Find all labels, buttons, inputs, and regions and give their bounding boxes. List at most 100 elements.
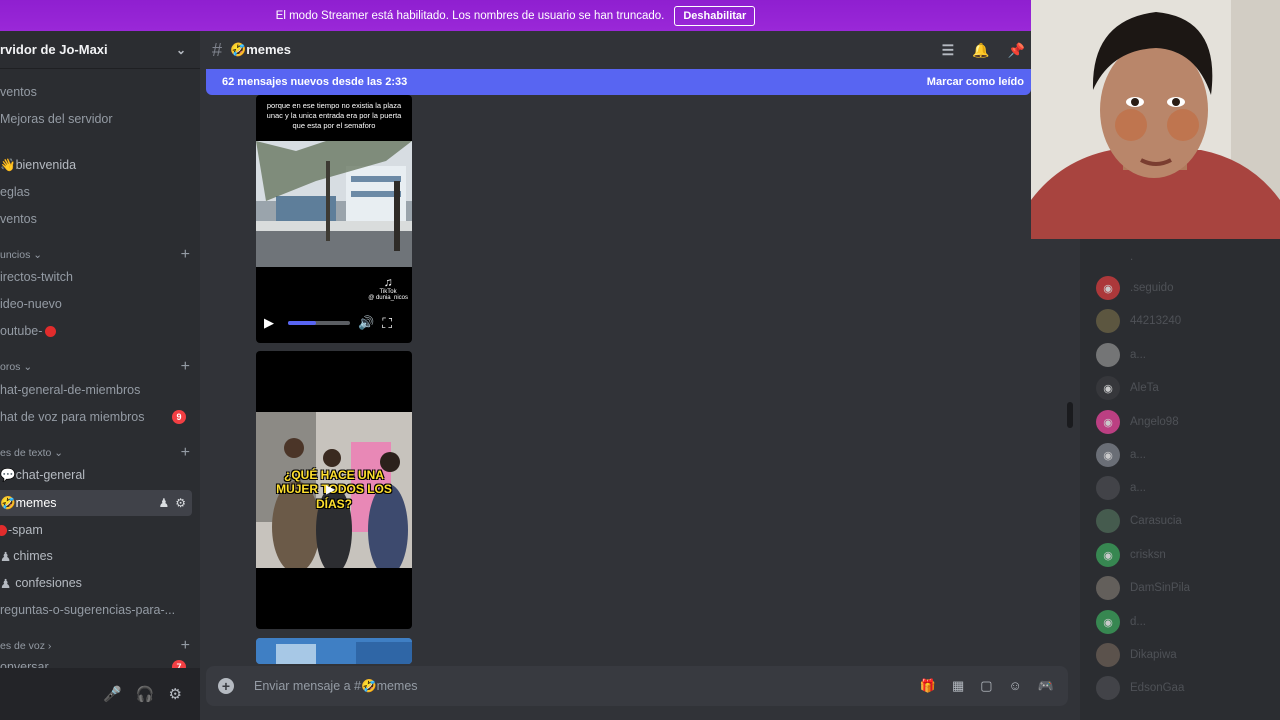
category-canales-voz[interactable]: es de voz › + <box>0 637 190 655</box>
chevron-down-icon: ⌄ <box>23 361 33 373</box>
video-attachment[interactable] <box>256 638 412 664</box>
sidebar-item-confesiones[interactable]: ♟ confesiones <box>0 570 192 596</box>
category-anuncios[interactable]: uncios ⌄ + <box>0 246 190 264</box>
composer-actions: 🎁 ▦ ▢ ☺ 🎮 <box>920 678 1054 694</box>
channel-label: Mejoras del servidor <box>0 112 113 126</box>
sidebar-item-chat-voz-miembros[interactable]: hat de voz para miembros 9 <box>0 404 192 430</box>
sticker-icon[interactable]: ▢ <box>980 678 992 694</box>
tiktok-icon: ♫ <box>383 275 393 289</box>
member-item[interactable]: ◉ AleTa <box>1096 375 1159 401</box>
member-name: Angelo98 <box>1130 416 1179 428</box>
sidebar-item-directos-twitch[interactable]: irectos-twitch <box>0 264 192 290</box>
header-actions: ☰ 🔔 📌 <box>942 42 1025 59</box>
invite-icon[interactable]: ♟ <box>158 496 169 510</box>
channel-label: irectos-twitch <box>0 270 73 284</box>
sidebar-item-eventos[interactable]: ventos <box>0 79 192 105</box>
channel-actions: ♟ ⚙ <box>158 496 186 510</box>
discord-window: El modo Streamer está habilitado. Los no… <box>0 0 1280 720</box>
member-item[interactable]: Carasucia <box>1096 508 1182 534</box>
microphone-icon[interactable]: 🎤 <box>103 685 122 703</box>
video-attachment[interactable]: ¿QUÉ HACE UNA MUJER TODOS LOS DÍAS? ▶ <box>256 351 412 629</box>
sidebar-item-preguntas[interactable]: reguntas-o-sugerencias-para-... <box>0 597 192 623</box>
member-item[interactable]: ◉ .seguido <box>1096 275 1173 301</box>
sidebar-item-chat-general[interactable]: 💬chat-general <box>0 462 192 488</box>
member-item[interactable]: ◉ d... <box>1096 609 1146 635</box>
message-composer[interactable]: + Enviar mensaje a #🤣memes 🎁 ▦ ▢ ☺ 🎮 <box>206 666 1068 706</box>
server-header[interactable]: rvidor de Jo-Maxi ⌄ <box>0 31 200 69</box>
category-foros[interactable]: oros ⌄ + <box>0 358 190 376</box>
fullscreen-icon[interactable]: ⛶ <box>382 315 392 332</box>
member-item[interactable]: Dikapiwa <box>1096 642 1177 668</box>
member-name: d... <box>1130 616 1146 628</box>
gif-icon[interactable]: ▦ <box>952 678 964 694</box>
channel-label: ideo-nuevo <box>0 297 62 311</box>
emoji-icon[interactable]: ☺ <box>1009 678 1022 694</box>
bell-icon[interactable]: 🔔 <box>972 42 989 59</box>
member-name: AleTa <box>1130 382 1159 394</box>
play-icon[interactable]: ▶ <box>264 315 274 331</box>
sidebar-item-chat-general-miembros[interactable]: hat-general-de-miembros <box>0 377 192 403</box>
channel-label: hat de voz para miembros <box>0 410 145 424</box>
member-item[interactable]: ◉ crisksn <box>1096 542 1166 568</box>
member-item[interactable]: ◉ a... <box>1096 442 1146 468</box>
pin-icon[interactable]: 📌 <box>1008 42 1025 59</box>
sidebar-item-youtube[interactable]: outube- <box>0 318 192 344</box>
add-channel-icon[interactable]: + <box>181 638 190 654</box>
sidebar-item-video-nuevo[interactable]: ideo-nuevo <box>0 291 192 317</box>
scrollbar-thumb[interactable] <box>1067 402 1073 428</box>
category-label: uncios <box>0 249 31 261</box>
red-circle-icon <box>45 325 57 337</box>
avatar: ◉ <box>1096 410 1120 434</box>
add-attachment-icon[interactable]: + <box>218 678 234 694</box>
member-name: 44213240 <box>1130 315 1182 327</box>
emoji-icon: ♟ <box>0 576 12 591</box>
avatar <box>1096 343 1120 367</box>
add-channel-icon[interactable]: + <box>181 247 190 263</box>
headphones-icon[interactable]: 🎧 <box>136 685 155 703</box>
channel-label: eglas <box>0 185 30 199</box>
new-messages-bar[interactable]: 62 mensajes nuevos desde las 2:33 Marcar… <box>206 69 1031 95</box>
member-item[interactable]: ◉ Angelo98 <box>1096 409 1179 435</box>
sidebar-item-chimes[interactable]: ♟ chimes <box>0 543 192 569</box>
channel-label: hat-general-de-miembros <box>0 383 141 397</box>
disable-button[interactable]: Deshabilitar <box>674 5 756 26</box>
webcam-overlay <box>1031 0 1280 239</box>
chevron-down-icon[interactable]: ⌄ <box>176 43 186 57</box>
member-name: a... <box>1130 449 1146 461</box>
sidebar-item-bienvenida[interactable]: 👋bienvenida <box>0 152 192 178</box>
message-input[interactable]: Enviar mensaje a #🤣memes <box>254 679 418 694</box>
volume-slider[interactable] <box>288 321 350 325</box>
emoji-icon: ♟ <box>0 549 12 564</box>
member-item[interactable]: 44213240 <box>1096 308 1181 334</box>
member-item[interactable]: EdsonGaa <box>1096 675 1184 701</box>
category-canales-texto[interactable]: es de texto ⌄ + <box>0 444 190 462</box>
server-name: rvidor de Jo-Maxi <box>0 42 108 57</box>
sidebar-item-eventos-2[interactable]: ventos <box>0 206 192 232</box>
sidebar-item-mejoras[interactable]: Mejoras del servidor <box>0 106 192 132</box>
play-icon[interactable]: ▶ <box>326 482 335 496</box>
unread-badge: 9 <box>172 410 186 424</box>
add-channel-icon[interactable]: + <box>181 445 190 461</box>
sidebar-item-memes[interactable]: 🤣memes ♟ ⚙ <box>0 490 192 516</box>
member-item[interactable]: DamSinPila <box>1096 575 1190 601</box>
gift-icon[interactable]: 🎁 <box>920 678 936 694</box>
channel-label: reguntas-o-sugerencias-para-... <box>0 603 176 617</box>
activities-icon[interactable]: 🎮 <box>1038 678 1054 694</box>
volume-icon[interactable]: 🔊 <box>358 315 374 331</box>
channel-label: chimes <box>13 549 53 563</box>
gear-icon[interactable]: ⚙ <box>169 685 182 703</box>
member-item[interactable]: a... <box>1096 475 1146 501</box>
threads-icon[interactable]: ☰ <box>942 42 955 59</box>
chevron-right-icon: › <box>47 640 52 652</box>
gear-icon[interactable]: ⚙ <box>175 496 186 510</box>
channel-title: 🤣memes <box>230 42 292 57</box>
mark-read-button[interactable]: Marcar como leído <box>927 76 1024 88</box>
sidebar-item-spam[interactable]: -spam <box>0 517 192 543</box>
add-channel-icon[interactable]: + <box>181 359 190 375</box>
member-item[interactable]: . <box>1096 244 1133 270</box>
video-attachment[interactable]: porque en ese tiempo no existia la plaza… <box>256 95 412 343</box>
member-name: .seguido <box>1130 282 1174 294</box>
member-item[interactable]: a... <box>1096 342 1146 368</box>
chevron-down-icon: ⌄ <box>33 249 43 261</box>
sidebar-item-reglas[interactable]: eglas <box>0 179 192 205</box>
